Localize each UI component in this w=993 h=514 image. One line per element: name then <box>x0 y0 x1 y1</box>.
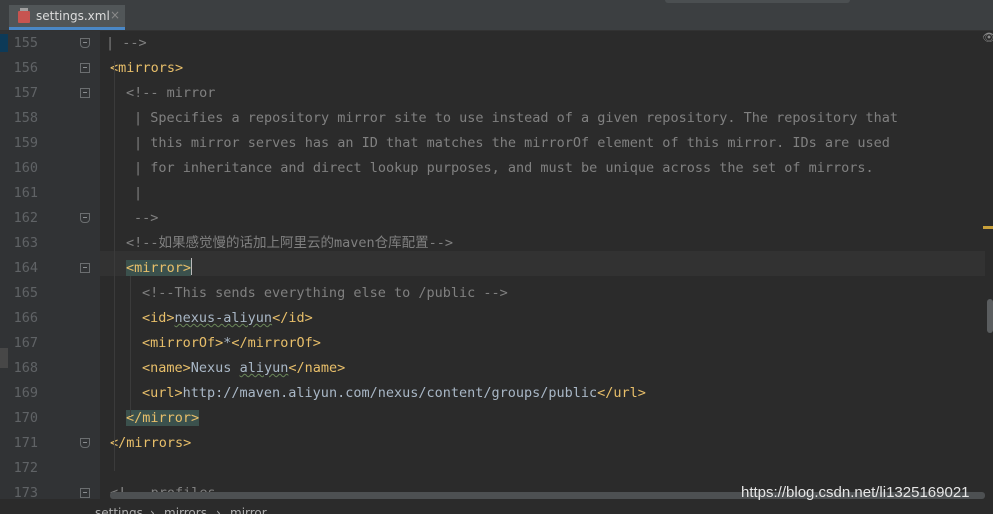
breadcrumb-item-mirror[interactable]: mirror <box>230 506 267 514</box>
fold-toggle-icon[interactable] <box>80 213 90 223</box>
code-token: <mirrorOf> <box>142 335 224 351</box>
comment-bar: | <box>106 35 123 51</box>
breadcrumb: settings › mirrors › mirror <box>0 499 993 514</box>
code-token: <!--如果感觉慢的话加上阿里云的maven仓库配置--> <box>126 235 454 251</box>
code-token: Specifies a repository mirror site to us… <box>150 110 899 126</box>
code-line[interactable]: <!--This sends everything else to /publi… <box>142 281 508 306</box>
fold-toggle-icon[interactable] <box>80 88 90 98</box>
text-caret <box>191 258 193 275</box>
breadcrumb-separator: › <box>150 506 155 514</box>
code-token: <id> <box>142 310 175 326</box>
line-number: 171 <box>13 435 38 451</box>
code-token: Nexus <box>190 360 240 376</box>
fold-toggle-icon[interactable] <box>80 488 90 498</box>
code-token: <mirrors> <box>110 60 184 76</box>
code-line[interactable]: <!-- mirror <box>126 81 215 106</box>
tab-settings-xml[interactable]: settings.xml × <box>9 5 125 30</box>
code-line[interactable]: | for inheritance and direct lookup purp… <box>134 156 874 181</box>
watermark-text: https://blog.csdn.net/li1325169021 <box>741 484 970 501</box>
code-token: </mirror> <box>126 410 200 426</box>
line-number: 158 <box>13 110 38 126</box>
line-number: 165 <box>13 285 38 301</box>
code-token: this mirror serves has an ID that matche… <box>150 135 890 151</box>
code-token: <mirror> <box>126 260 192 276</box>
fold-toggle-icon[interactable] <box>80 263 90 273</box>
comment-bar: | <box>134 185 151 201</box>
code-token: aliyun <box>239 360 289 376</box>
xml-file-icon <box>18 8 30 23</box>
vertical-scrollbar[interactable] <box>987 299 993 333</box>
indent-guide <box>130 276 131 416</box>
code-token: <url> <box>142 385 183 401</box>
code-line[interactable]: <name>Nexus aliyun</name> <box>142 356 345 381</box>
line-number-gutter: 155 156 157 158 159 160 161 162 163 164 165 166 167 1… <box>0 31 100 514</box>
code-line[interactable]: <mirrors> <box>110 56 183 81</box>
editor-tab-bar: settings.xml × <box>0 0 993 31</box>
code-line[interactable]: <!--如果感觉慢的话加上阿里云的maven仓库配置--> <box>126 231 453 256</box>
code-line[interactable]: | --> <box>106 31 147 56</box>
code-line[interactable]: <mirror> <box>126 256 193 281</box>
code-line[interactable]: </mirror> <box>126 406 200 431</box>
line-number: 155 <box>13 35 38 51</box>
comment-bar: | <box>134 135 151 151</box>
line-number: 172 <box>13 460 38 476</box>
code-token: for inheritance and direct lookup purpos… <box>150 160 874 176</box>
breadcrumb-item-settings[interactable]: settings <box>95 506 143 514</box>
line-number: 164 <box>13 260 38 276</box>
code-token: </id> <box>272 310 313 326</box>
indent-guide <box>114 61 115 471</box>
line-number: 169 <box>13 385 38 401</box>
line-number: 163 <box>13 235 38 251</box>
code-line[interactable]: | Specifies a repository mirror site to … <box>134 106 898 131</box>
code-token: <!-- mirror <box>126 85 216 101</box>
line-number: 170 <box>13 410 38 426</box>
toolbar-edge <box>665 0 850 3</box>
code-line[interactable]: | <box>134 181 150 206</box>
code-line[interactable]: <mirrorOf>*</mirrorOf> <box>142 331 321 356</box>
line-number: 160 <box>13 160 38 176</box>
line-number: 167 <box>13 335 38 351</box>
code-token: <!--This sends everything else to /publi… <box>142 285 508 301</box>
line-number: 161 <box>13 185 38 201</box>
code-line[interactable]: <url>http://maven.aliyun.com/nexus/conte… <box>142 381 646 406</box>
line-number: 159 <box>13 135 38 151</box>
line-number: 168 <box>13 360 38 376</box>
code-line[interactable]: | this mirror serves has an ID that matc… <box>134 131 890 156</box>
code-token: --> <box>122 35 147 51</box>
close-icon[interactable]: × <box>110 8 120 22</box>
fold-toggle-icon[interactable] <box>80 63 90 73</box>
code-line[interactable]: <id>nexus-aliyun</id> <box>142 306 313 331</box>
warning-marker[interactable] <box>983 226 993 229</box>
line-number: 156 <box>13 60 38 76</box>
breadcrumb-separator: › <box>216 506 221 514</box>
line-number: 157 <box>13 85 38 101</box>
error-stripe <box>985 31 993 514</box>
code-token: http://maven.aliyun.com/nexus/content/gr… <box>182 385 598 401</box>
tab-label: settings.xml <box>36 9 110 23</box>
code-editor[interactable]: | --> <mirrors> <!-- mirror | Specifies a r… <box>100 31 985 501</box>
code-line[interactable]: </mirrors> <box>110 431 191 456</box>
line-number: 162 <box>13 210 38 226</box>
code-token: </name> <box>288 360 346 376</box>
code-token: nexus-aliyun <box>174 310 273 326</box>
code-token: </url> <box>597 385 646 401</box>
fold-toggle-icon[interactable] <box>80 38 90 48</box>
code-token: </mirrorOf> <box>231 335 321 351</box>
code-token: <name> <box>142 360 191 376</box>
line-number: 166 <box>13 310 38 326</box>
comment-bar: | <box>134 110 151 126</box>
breadcrumb-item-mirrors[interactable]: mirrors <box>164 506 207 514</box>
eye-icon[interactable]: 👁 <box>982 31 993 44</box>
code-line[interactable]: --> <box>134 206 158 231</box>
comment-bar: | <box>134 160 151 176</box>
fold-toggle-icon[interactable] <box>80 438 90 448</box>
code-token: --> <box>134 210 159 226</box>
code-token: </mirrors> <box>110 435 192 451</box>
